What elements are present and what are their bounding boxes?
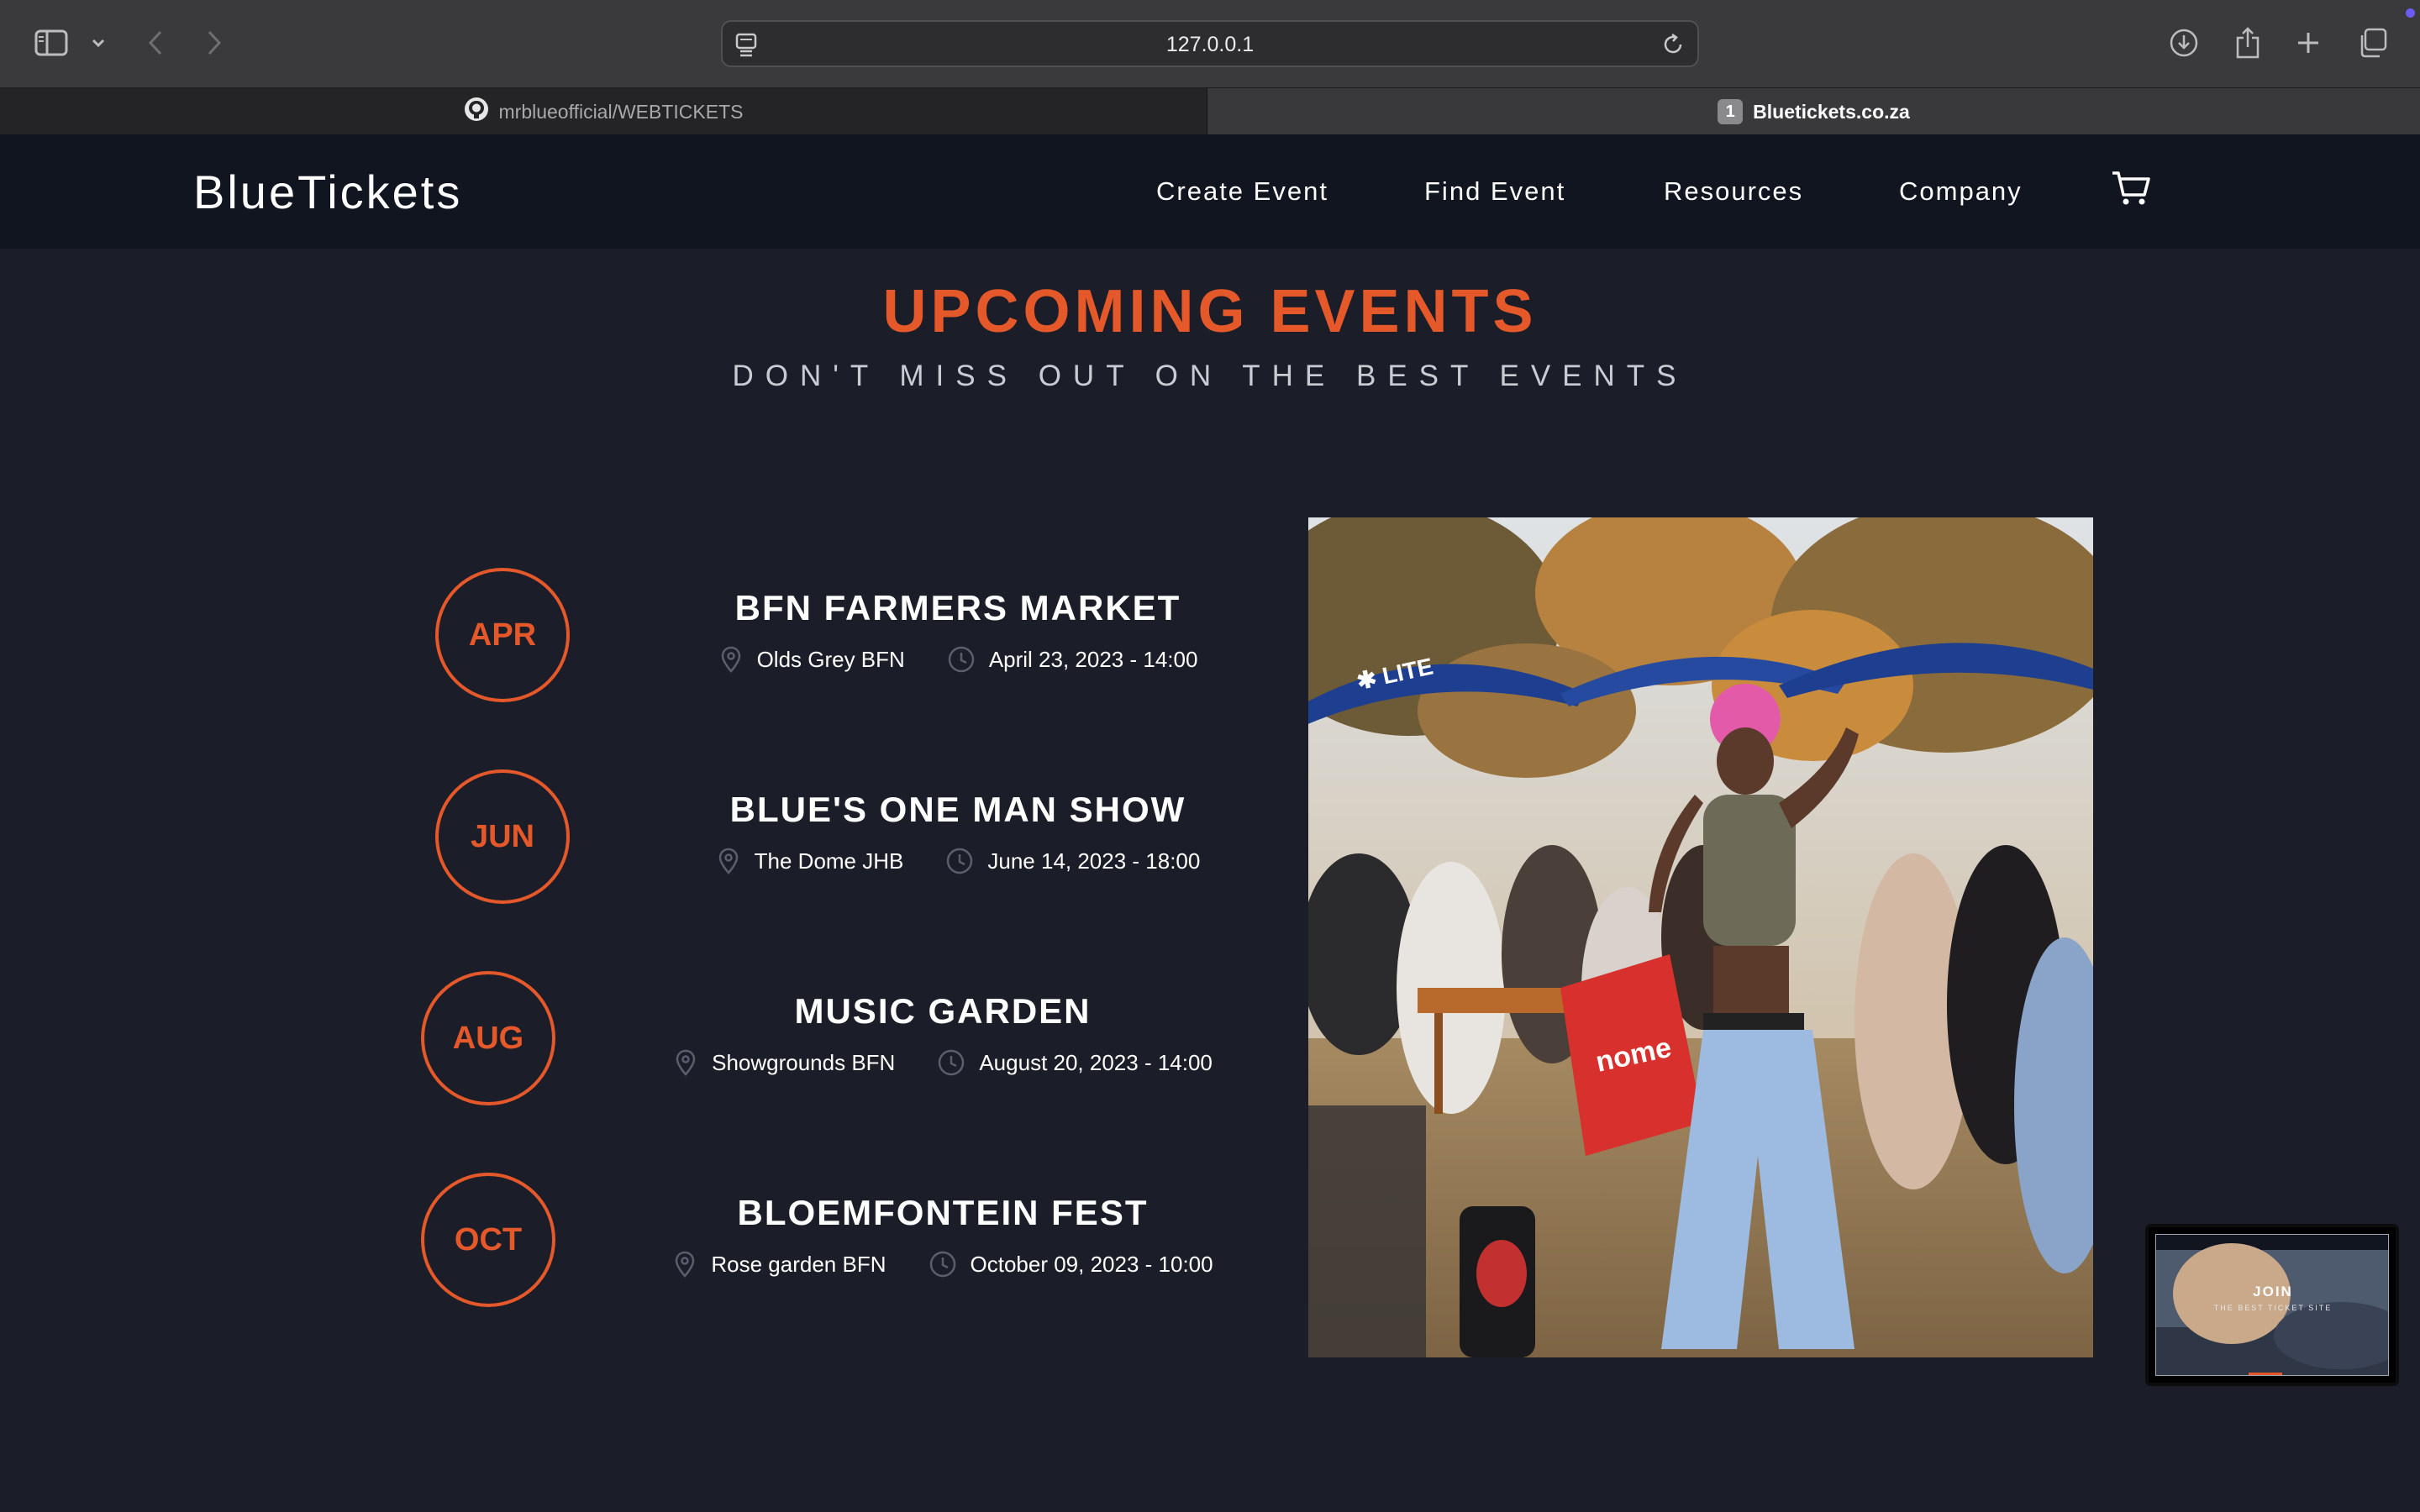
clock-icon — [929, 1250, 957, 1278]
event-datetime: October 09, 2023 - 10:00 — [970, 1251, 1213, 1277]
address-bar[interactable]: 127.0.0.1 — [721, 20, 1699, 67]
share-icon[interactable] — [2227, 22, 2269, 64]
event-meta: The Dome JHB June 14, 2023 - 18:00 — [664, 847, 1252, 875]
event-venue: Rose garden BFN — [711, 1251, 886, 1277]
preview-subtitle: THE BEST TICKET SITE — [2213, 1304, 2333, 1312]
location-pin-icon — [673, 1048, 698, 1077]
event-title[interactable]: BLOEMFONTEIN FEST — [674, 1193, 1212, 1233]
event-meta: Showgrounds BFN August 20, 2023 - 14:00 — [649, 1048, 1237, 1077]
clock-icon — [947, 645, 976, 674]
nav-create-event[interactable]: Create Event — [1156, 176, 1328, 207]
site-navbar: BlueTickets Create Event Find Event Reso… — [0, 134, 2420, 249]
back-icon[interactable] — [134, 22, 176, 64]
event-datetime: April 23, 2023 - 14:00 — [988, 646, 1198, 672]
cart-icon[interactable] — [2111, 170, 2151, 211]
picture-in-picture-preview[interactable]: JOIN THE BEST TICKET SITE — [2145, 1224, 2399, 1386]
github-icon — [464, 97, 489, 127]
event-venue: Olds Grey BFN — [756, 646, 905, 672]
month-badge: APR — [435, 568, 570, 702]
chevron-down-icon[interactable] — [77, 22, 119, 64]
reload-icon[interactable] — [1660, 32, 1686, 61]
tab-overview-icon[interactable] — [2351, 22, 2393, 64]
tab-github[interactable]: mrblueofficial/WEBTICKETS — [0, 88, 1207, 135]
nav-company[interactable]: Company — [1899, 176, 2023, 207]
month-badge: AUG — [421, 971, 555, 1105]
section-subtitle: DON'T MISS OUT ON THE BEST EVENTS — [732, 360, 1688, 392]
nav-resources[interactable]: Resources — [1664, 176, 1803, 207]
tab-bluetickets[interactable]: 1 Bluetickets.co.za — [1207, 88, 2420, 135]
event-item[interactable]: JUN BLUE'S ONE MAN SHOW The Dome JHB Jun… — [403, 769, 1244, 912]
event-venue: The Dome JHB — [754, 848, 904, 874]
browser-toolbar: 127.0.0.1 — [0, 0, 2420, 87]
tab-label: mrblueofficial/WEBTICKETS — [498, 100, 744, 123]
event-item[interactable]: AUG MUSIC GARDEN Showgrounds BFN August … — [403, 971, 1244, 1114]
section-title: UPCOMING EVENTS — [882, 278, 1538, 345]
preview-join-text: JOIN — [2253, 1284, 2293, 1299]
sidebar-toggle-icon[interactable] — [30, 22, 72, 64]
month-badge: JUN — [435, 769, 570, 904]
url-text: 127.0.0.1 — [1165, 33, 1255, 56]
event-item[interactable]: APR BFN FARMERS MARKET Olds Grey BFN Apr… — [403, 568, 1244, 711]
event-title[interactable]: BFN FARMERS MARKET — [689, 588, 1227, 628]
clock-icon — [945, 847, 974, 875]
location-pin-icon — [672, 1250, 697, 1278]
event-title[interactable]: MUSIC GARDEN — [674, 991, 1212, 1032]
brand-logo[interactable]: BlueTickets — [193, 165, 462, 219]
preview-content: JOIN THE BEST TICKET SITE — [2155, 1234, 2389, 1376]
event-datetime: June 14, 2023 - 18:00 — [987, 848, 1201, 874]
event-photo: ✱ LITE nome — [1308, 517, 2093, 1357]
nav-find-event[interactable]: Find Event — [1424, 176, 1565, 207]
event-item[interactable]: OCT BLOEMFONTEIN FEST Rose garden BFN Oc… — [403, 1173, 1244, 1315]
location-pin-icon — [716, 847, 741, 875]
event-datetime: August 20, 2023 - 14:00 — [979, 1049, 1213, 1075]
event-title[interactable]: BLUE'S ONE MAN SHOW — [689, 790, 1227, 830]
downloads-icon[interactable] — [2163, 22, 2205, 64]
notification-dot — [2406, 8, 2415, 18]
forward-icon[interactable] — [193, 22, 235, 64]
clock-icon — [937, 1048, 965, 1077]
new-tab-icon[interactable] — [2287, 22, 2329, 64]
event-meta: Rose garden BFN October 09, 2023 - 10:00 — [649, 1250, 1237, 1278]
month-badge: OCT — [421, 1173, 555, 1307]
tab-strip: mrblueofficial/WEBTICKETS 1 Bluetickets.… — [0, 87, 2420, 135]
location-pin-icon — [718, 645, 744, 674]
tab-label: Bluetickets.co.za — [1753, 100, 1910, 123]
tab-badge: 1 — [1718, 99, 1744, 124]
event-meta: Olds Grey BFN April 23, 2023 - 14:00 — [664, 645, 1252, 674]
event-venue: Showgrounds BFN — [712, 1049, 896, 1075]
